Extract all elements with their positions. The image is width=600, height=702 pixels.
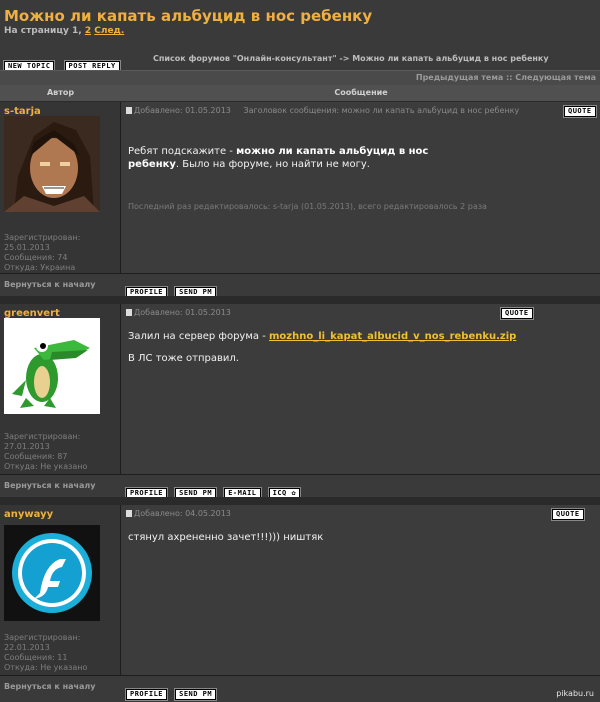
quote-button[interactable]: QUOTE <box>500 307 534 320</box>
next-page-link[interactable]: След. <box>94 26 124 36</box>
author-panel: s-tarja Зарегистрирован: 25.01.2013 Сооб… <box>0 102 121 273</box>
avatar <box>4 318 100 414</box>
quote-button[interactable]: QUOTE <box>563 105 597 118</box>
post-body: Залил на сервер форума - mozhno_li_kapat… <box>128 330 516 343</box>
message-column-header: Сообщение <box>334 88 388 97</box>
post-body: Ребят подскажите - можно ли капать альбу… <box>128 145 468 171</box>
post-footer: Вернуться к началу PROFILE SEND PM <box>0 274 600 299</box>
breadcrumb[interactable]: Список форумов "Онлайн-консультант" -> М… <box>153 54 549 63</box>
post-footer: Вернуться к началу PROFILE SEND PM <box>0 676 600 701</box>
post-body: стянул ахрененно зачет!!!))) ништяк <box>128 532 324 543</box>
avatar <box>4 116 100 212</box>
post-doc-icon <box>126 309 132 316</box>
page-link-2[interactable]: 2 <box>85 26 91 36</box>
post-doc-icon <box>126 510 132 517</box>
icq-flower-icon: ✿ <box>291 489 297 497</box>
page-title: Можно ли капать альбуцид в нос ребенку <box>4 7 373 25</box>
registered-date: 22.01.2013 <box>4 643 50 652</box>
table-header: Автор Сообщение <box>0 85 600 102</box>
author-meta: Зарегистрирован: 27.01.2013 Сообщения: 8… <box>4 432 87 472</box>
author-meta: Зарегистрирован: 25.01.2013 Сообщения: 7… <box>4 233 80 273</box>
author-meta: Зарегистрирован: 22.01.2013 Сообщения: 1… <box>4 633 87 673</box>
post-date: Добавлено: 01.05.2013 <box>134 106 231 115</box>
location: Откуда: Украина <box>4 263 76 272</box>
author-panel: greenvert Зарегистрирован: 27.01.2013 Со… <box>0 304 121 474</box>
post-date: Добавлено: 04.05.2013 <box>134 509 231 518</box>
author-name[interactable]: anywayy <box>4 509 53 520</box>
body-text-end: . Было на форуме, но найти не могу. <box>175 159 370 170</box>
edited-note: Последний раз редактировалось: s-tarja (… <box>128 202 487 211</box>
page-separator: , <box>78 26 82 36</box>
avatar <box>4 525 100 621</box>
post-2: greenvert Зарегистрирован: 27.01.2013 Со… <box>0 304 600 474</box>
download-link[interactable]: mozhno_li_kapat_albucid_v_nos_rebenku.zi… <box>269 331 516 342</box>
author-panel: anywayy Зарегистрирован: 22.01.2013 Сооб… <box>0 505 121 675</box>
registered-label: Зарегистрирован: <box>4 233 81 242</box>
location: Откуда: Не указано <box>4 462 88 471</box>
back-to-top-link[interactable]: Вернуться к началу <box>4 682 95 691</box>
send-pm-button[interactable]: SEND PM <box>174 688 218 701</box>
message-panel: Добавлено: 01.05.2013 Заголовок сообщени… <box>122 102 600 273</box>
avatar-portrait-icon <box>4 116 100 212</box>
post-body-line2: В ЛС тоже отправил. <box>128 353 239 364</box>
post-date: Добавлено: 01.05.2013 <box>134 308 231 317</box>
post-header: Добавлено: 01.05.2013 <box>126 308 231 320</box>
pages-prefix: На страницу <box>4 26 69 36</box>
pagination: На страницу 1, 2 След. <box>4 26 124 36</box>
message-count: Сообщения: 87 <box>4 452 68 461</box>
message-count: Сообщения: 74 <box>4 253 68 262</box>
post-header: Добавлено: 04.05.2013 <box>126 509 231 521</box>
profile-button[interactable]: PROFILE <box>124 688 169 701</box>
back-to-top-link[interactable]: Вернуться к началу <box>4 280 95 289</box>
watermark: pikabu.ru <box>556 689 594 698</box>
post-subject: Заголовок сообщения: можно ли капать аль… <box>243 106 520 115</box>
post-header: Добавлено: 01.05.2013 Заголовок сообщени… <box>126 106 519 118</box>
body-text: Ребят подскажите - <box>128 146 233 157</box>
back-to-top-link[interactable]: Вернуться к началу <box>4 481 95 490</box>
icq-label: ICQ <box>272 489 287 497</box>
author-column-header: Автор <box>46 88 75 97</box>
post-3: anywayy Зарегистрирован: 22.01.2013 Сооб… <box>0 505 600 675</box>
flash-logo-avatar-icon <box>4 525 100 621</box>
location: Откуда: Не указано <box>4 663 88 672</box>
crocodile-avatar-icon <box>4 318 100 414</box>
message-panel: Добавлено: 04.05.2013 QUOTE стянул ахрен… <box>122 505 600 675</box>
topic-nav[interactable]: Предыдущая тема :: Следующая тема <box>0 70 600 85</box>
post-gap <box>0 296 600 304</box>
post-footer: Вернуться к началу PROFILE SEND PM E-MAI… <box>0 475 600 500</box>
registered-date: 25.01.2013 <box>4 243 50 252</box>
message-panel: Добавлено: 01.05.2013 QUOTE Залил на сер… <box>122 304 600 474</box>
post-1: s-tarja Зарегистрирован: 25.01.2013 Сооб… <box>0 102 600 273</box>
message-count: Сообщения: 11 <box>4 653 68 662</box>
post-gap <box>0 497 600 505</box>
post-doc-icon <box>126 107 132 114</box>
quote-button[interactable]: QUOTE <box>551 508 585 521</box>
registered-date: 27.01.2013 <box>4 442 50 451</box>
registered-label: Зарегистрирован: <box>4 432 81 441</box>
registered-label: Зарегистрирован: <box>4 633 81 642</box>
footer-buttons: PROFILE SEND PM <box>124 681 219 701</box>
body-text: Залил на сервер форума - <box>128 331 266 342</box>
